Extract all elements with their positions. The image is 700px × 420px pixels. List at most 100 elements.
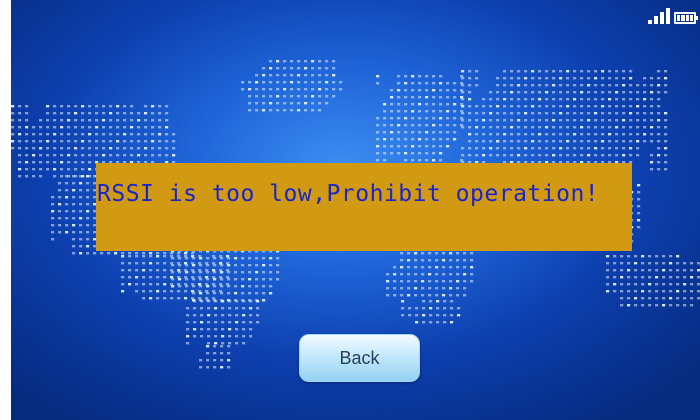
map-dot [228, 314, 232, 317]
map-dot [74, 161, 78, 164]
map-dot [95, 126, 99, 129]
map-dot [325, 95, 329, 98]
map-dot [463, 266, 467, 269]
map-dot [383, 145, 387, 148]
map-dot [255, 292, 259, 295]
map-dot [524, 91, 528, 94]
map-dot [172, 133, 176, 136]
map-dot [158, 112, 162, 115]
map-dot [88, 126, 92, 129]
map-dot [186, 314, 190, 317]
map-dot [636, 112, 640, 115]
map-dot [65, 231, 69, 234]
map-dot [177, 290, 181, 293]
map-dot [95, 112, 99, 115]
map-dot [601, 154, 605, 157]
map-dot [227, 264, 231, 267]
map-dot [221, 342, 225, 345]
map-dot [418, 131, 422, 134]
map-dot [468, 147, 472, 150]
map-dot [510, 98, 514, 101]
map-dot [482, 147, 486, 150]
map-dot [276, 60, 280, 63]
map-dot [227, 345, 231, 348]
map-dot [531, 77, 535, 80]
map-dot [213, 345, 217, 348]
map-dot [234, 257, 238, 260]
map-dot [32, 161, 36, 164]
map-dot [220, 352, 224, 355]
map-dot [622, 77, 626, 80]
map-dot [276, 74, 280, 77]
map-dot [669, 283, 673, 286]
map-dot [304, 95, 308, 98]
map-dot [559, 84, 563, 87]
map-dot [566, 112, 570, 115]
map-dot [442, 294, 446, 297]
map-dot [629, 147, 633, 150]
map-dot [552, 77, 556, 80]
map-dot [88, 140, 92, 143]
map-dot [332, 74, 336, 77]
map-dot [422, 307, 426, 310]
map-dot [297, 95, 301, 98]
map-dot [606, 283, 610, 286]
map-dot [587, 70, 591, 73]
map-dot [86, 203, 90, 206]
map-dot [156, 276, 160, 279]
map-dot [552, 70, 556, 73]
map-dot [411, 96, 415, 99]
map-dot [475, 84, 479, 87]
map-dot [156, 252, 160, 255]
map-dot [67, 168, 71, 171]
map-dot [393, 280, 397, 283]
map-dot [622, 154, 626, 157]
map-dot [116, 126, 120, 129]
map-dot [39, 140, 43, 143]
map-dot [468, 91, 472, 94]
map-dot [468, 84, 472, 87]
map-dot [676, 276, 680, 279]
map-dot [121, 262, 125, 265]
map-dot [608, 91, 612, 94]
map-dot [411, 117, 415, 120]
map-dot [664, 91, 668, 94]
map-dot [435, 287, 439, 290]
map-dot [220, 292, 224, 295]
map-dot [192, 264, 196, 267]
map-dot [429, 300, 433, 303]
map-dot [79, 189, 83, 192]
map-dot [641, 304, 645, 307]
map-dot [156, 255, 160, 258]
map-dot [185, 285, 189, 288]
map-dot [242, 314, 246, 317]
map-dot [496, 105, 500, 108]
map-dot [393, 287, 397, 290]
map-dot [435, 252, 439, 255]
map-dot [690, 269, 694, 272]
map-dot [262, 264, 266, 267]
map-dot [524, 84, 528, 87]
map-dot [489, 112, 493, 115]
map-dot [332, 95, 336, 98]
map-dot [109, 105, 113, 108]
back-button[interactable]: Back [299, 334, 420, 382]
map-dot [662, 276, 666, 279]
map-dot [446, 96, 450, 99]
map-dot [453, 110, 457, 113]
map-dot [664, 133, 668, 136]
map-dot [72, 182, 76, 185]
map-dot [524, 105, 528, 108]
map-dot [72, 238, 76, 241]
map-dot [538, 133, 542, 136]
map-dot [102, 133, 106, 136]
map-dot [489, 91, 493, 94]
map-dot [193, 321, 197, 324]
map-dot [650, 77, 654, 80]
map-dot [39, 126, 43, 129]
map-dot [248, 292, 252, 295]
map-dot [411, 75, 415, 78]
map-dot [178, 278, 182, 281]
map-dot [531, 112, 535, 115]
map-dot [235, 300, 239, 303]
